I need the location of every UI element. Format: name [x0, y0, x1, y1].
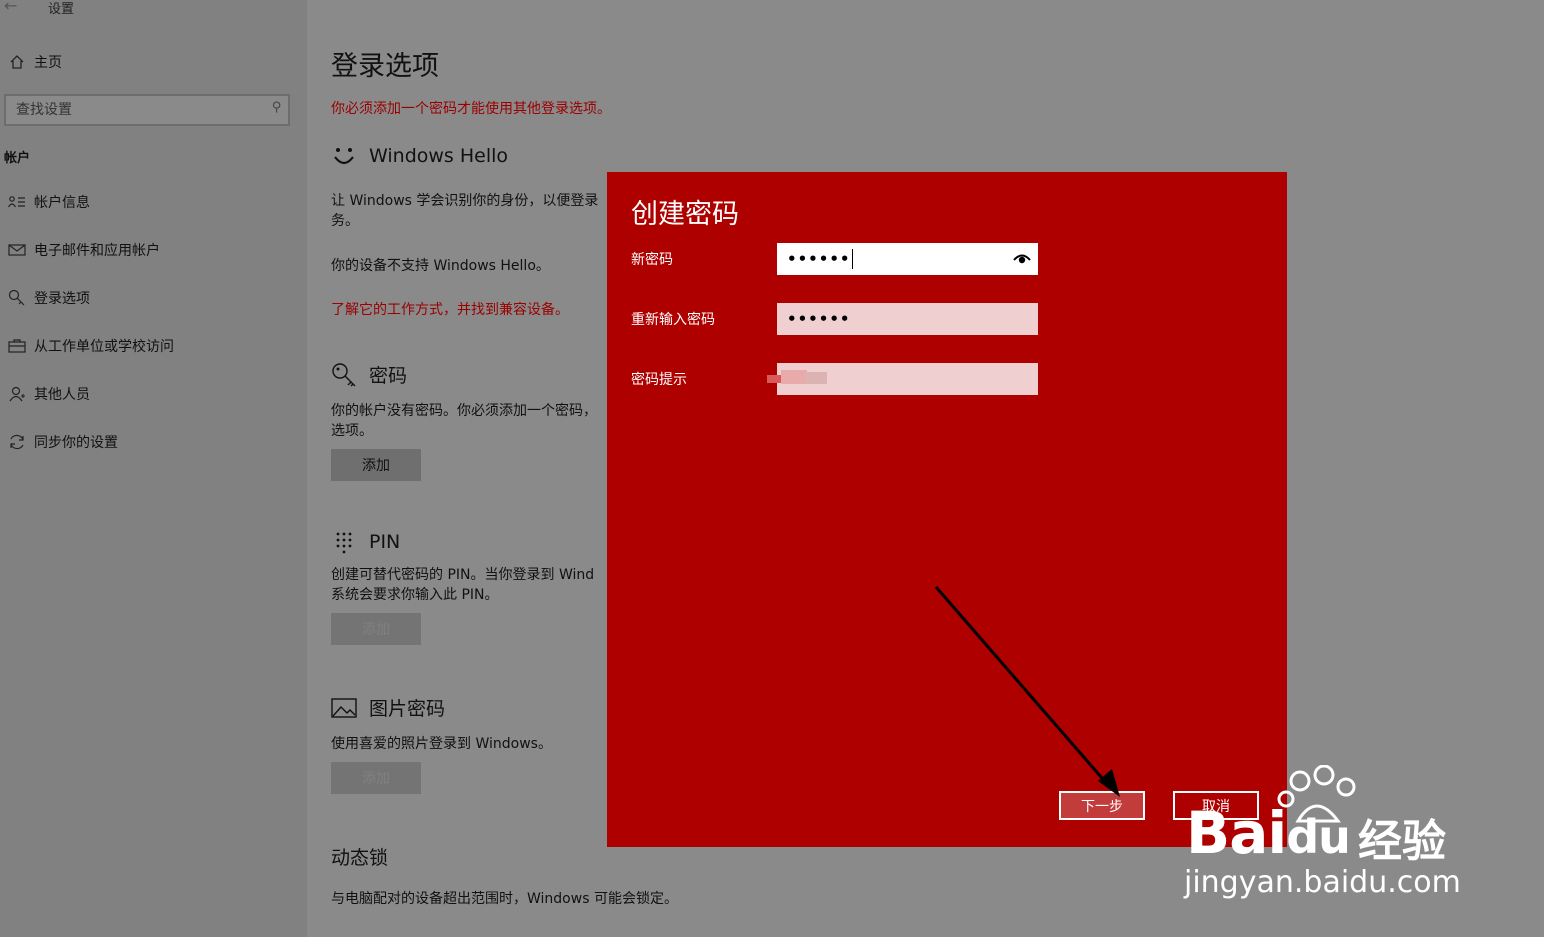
section-heading: Windows Hello: [369, 145, 509, 167]
sidebar-item-label: 电子邮件和应用帐户: [34, 243, 160, 259]
window-title: 设置: [48, 2, 75, 17]
sync-icon: [0, 433, 34, 451]
confirm-password-value: ••••••: [787, 310, 851, 328]
section-label-accounts: 帐户: [4, 151, 31, 166]
search-box[interactable]: ⚲: [4, 94, 290, 126]
picture-icon: [331, 697, 357, 718]
pin-desc-line2: 系统会要求你输入此 PIN。: [331, 587, 499, 603]
section-heading: 图片密码: [369, 698, 446, 720]
section-password: 密码: [331, 361, 407, 388]
smile-icon: [331, 145, 357, 167]
reveal-password-icon[interactable]: [1012, 249, 1032, 271]
sidebar-item-work-school[interactable]: 从工作单位或学校访问: [0, 331, 300, 361]
mail-icon: [0, 244, 34, 256]
briefcase-icon: [0, 339, 34, 353]
page-title: 登录选项: [331, 51, 439, 82]
add-pin-button[interactable]: 添加: [331, 613, 421, 645]
password-desc-line1: 你的帐户没有密码。你必须添加一个密码，: [331, 403, 597, 419]
sidebar-item-email[interactable]: 电子邮件和应用帐户: [0, 235, 300, 265]
confirm-password-field[interactable]: ••••••: [777, 303, 1038, 335]
hello-desc-line1: 让 Windows 学会识别你的身份，以便登录: [331, 193, 599, 209]
sidebar-item-label: 登录选项: [34, 291, 90, 307]
password-hint-label: 密码提示: [631, 372, 687, 388]
key-icon: [0, 289, 34, 307]
watermark-suffix: 经验: [1358, 816, 1446, 867]
text-caret: [851, 249, 853, 269]
warning-text: 你必须添加一个密码才能使用其他登录选项。: [331, 101, 611, 117]
add-password-button[interactable]: 添加: [331, 449, 421, 481]
search-icon: ⚲: [272, 100, 282, 115]
new-password-field[interactable]: ••••••: [777, 243, 1038, 275]
sidebar-item-label: 其他人员: [34, 387, 90, 403]
annotation-arrow: [934, 586, 1120, 797]
sidebar-item-sync[interactable]: 同步你的设置: [0, 427, 300, 457]
account-info-icon: [0, 195, 34, 209]
hello-unsupported-text: 你的设备不支持 Windows Hello。: [331, 258, 550, 274]
picture-desc: 使用喜爱的照片登录到 Windows。: [331, 736, 552, 752]
watermark-brand: Baidu: [1186, 799, 1351, 867]
section-picture-password: 图片密码: [331, 694, 445, 721]
section-heading: PIN: [369, 531, 401, 553]
back-arrow-icon[interactable]: ←: [4, 0, 17, 15]
sidebar-item-label: 帐户信息: [34, 195, 90, 211]
section-pin: PIN: [331, 530, 400, 554]
add-picture-password-button[interactable]: 添加: [331, 762, 421, 794]
dynamic-lock-desc: 与电脑配对的设备超出范围时，Windows 可能会锁定。: [331, 891, 678, 907]
hello-desc-line2: 务。: [331, 213, 359, 229]
sidebar-item-other-people[interactable]: 其他人员: [0, 379, 300, 409]
sidebar-item-account-info[interactable]: 帐户信息: [0, 187, 300, 217]
baidu-jingyan-watermark: Baidu 经验 jingyan.baidu.com: [1180, 765, 1470, 915]
password-desc-line2: 选项。: [331, 423, 373, 439]
person-icon: [0, 386, 34, 402]
sidebar-item-label: 从工作单位或学校访问: [34, 339, 174, 355]
learn-more-link[interactable]: 了解它的工作方式，并找到兼容设备。: [331, 300, 569, 320]
sidebar-item-label: 同步你的设置: [34, 435, 118, 451]
search-input[interactable]: [14, 101, 258, 119]
sidebar-item-home[interactable]: 主页: [0, 47, 300, 77]
section-dynamic-lock: 动态锁: [331, 847, 389, 869]
watermark-url: jingyan.baidu.com: [1184, 865, 1461, 900]
key-icon: [331, 362, 357, 388]
sidebar-item-label: 主页: [34, 55, 62, 71]
section-windows-hello: Windows Hello: [331, 145, 508, 167]
sidebar: ← 设置 主页 ⚲ 帐户 帐户信息 电子邮件和应用帐户 登录选项 从工作单位或学…: [0, 0, 307, 937]
confirm-password-label: 重新输入密码: [631, 312, 715, 328]
pin-desc-line1: 创建可替代密码的 PIN。当你登录到 Wind: [331, 567, 595, 583]
sidebar-item-sign-in-options[interactable]: 登录选项: [0, 283, 300, 313]
new-password-value: ••••••: [787, 250, 851, 268]
redaction-smudge: [767, 370, 827, 384]
section-heading: 密码: [369, 365, 408, 387]
home-icon: [0, 54, 34, 70]
new-password-label: 新密码: [631, 252, 673, 268]
keypad-icon: [331, 530, 357, 554]
dialog-title: 创建密码: [631, 199, 739, 230]
